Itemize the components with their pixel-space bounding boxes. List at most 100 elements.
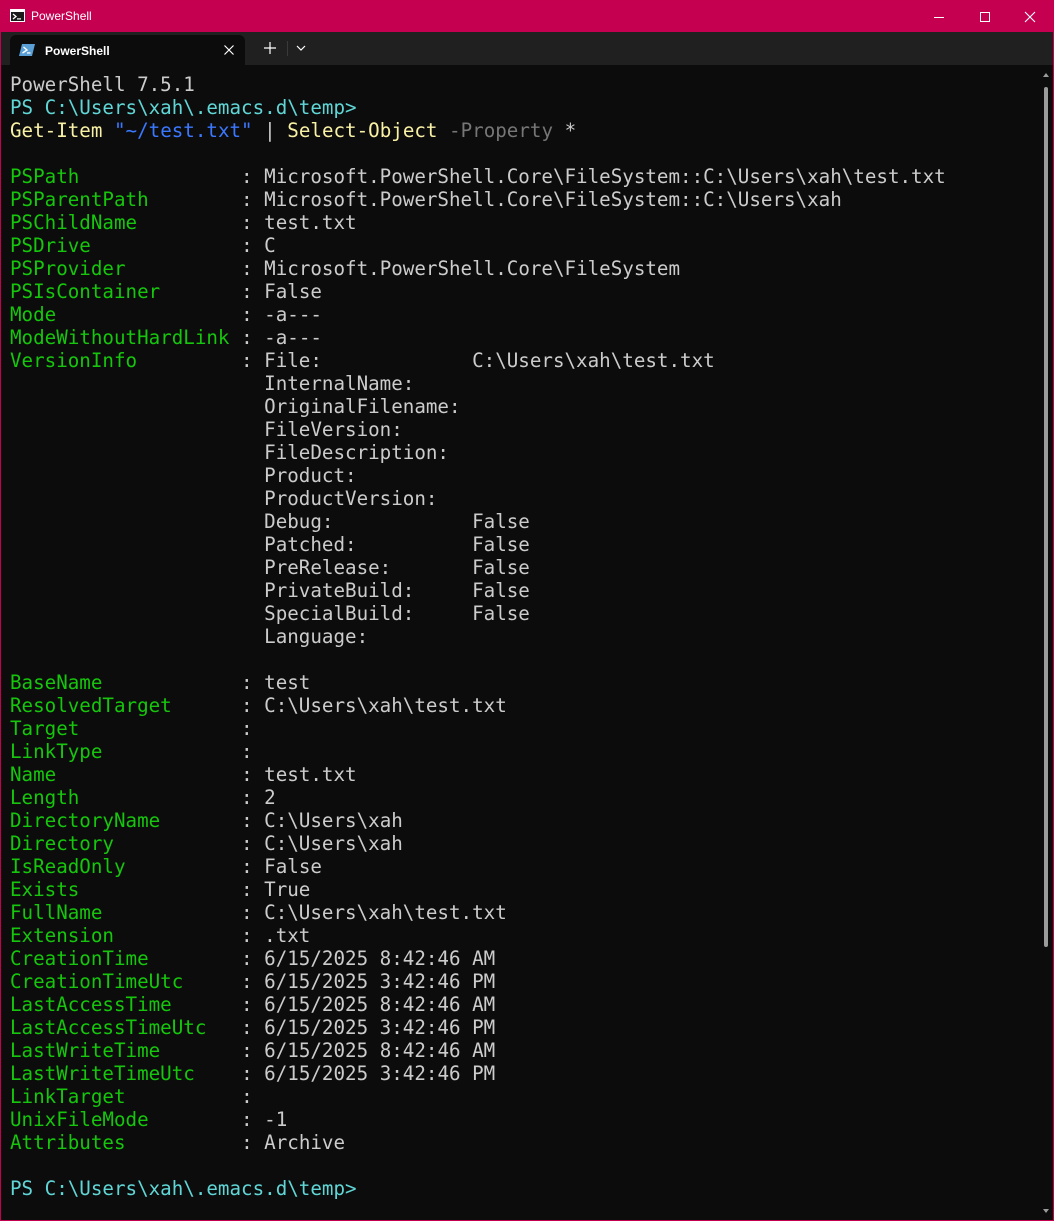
version-info-entry: FileDescription: <box>264 441 449 464</box>
minimize-button[interactable] <box>916 1 962 32</box>
property-row: PSIsContainer : False <box>10 280 322 303</box>
property-name: Mode <box>10 303 57 326</box>
wildcard: * <box>564 119 577 142</box>
terminal-output[interactable]: PowerShell 7.5.1 PS C:\Users\xah\.emacs.… <box>10 73 1035 1213</box>
cmdlet: Get-Item <box>10 119 103 142</box>
version-info-row: FileDescription: <box>10 441 1035 464</box>
property-name: LinkType <box>10 740 103 763</box>
tab-bar: PowerShell <box>1 32 1053 65</box>
property-value: 6/15/2025 8:42:46 AM <box>264 947 496 970</box>
property-row: Name : test.txt <box>10 763 357 786</box>
property-value: Microsoft.PowerShell.Core\FileSystem::C:… <box>264 188 842 211</box>
close-window-button[interactable] <box>1007 1 1053 32</box>
scroll-up-icon[interactable] <box>1043 73 1049 77</box>
powershell-icon <box>10 9 25 22</box>
version-info-row: PrivateBuild: False <box>10 579 1035 602</box>
property-value: test <box>264 671 311 694</box>
property-row: ModeWithoutHardLink : -a--- <box>10 326 322 349</box>
tab-powershell[interactable]: PowerShell <box>10 35 245 65</box>
property-name: FullName <box>10 901 103 924</box>
version-info-entry: Language: <box>264 625 369 648</box>
property-row: Exists : True <box>10 878 311 901</box>
command-line: Get-Item "~/test.txt" | Select-Object -P… <box>10 119 1035 142</box>
version-info-block: InternalName: OriginalFilename: FileVers… <box>10 372 1035 648</box>
scrollbar-thumb[interactable] <box>1044 87 1048 947</box>
property-name: VersionInfo <box>10 349 138 372</box>
version-info-entry: OriginalFilename: <box>264 395 461 418</box>
scroll-down-icon[interactable] <box>1043 1209 1049 1213</box>
property-row: UnixFileMode : -1 <box>10 1108 288 1131</box>
property-value: C <box>264 234 276 257</box>
title-bar[interactable]: PowerShell <box>1 1 1053 32</box>
chevron-down-icon[interactable] <box>295 42 307 54</box>
property-row: PSPath : Microsoft.PowerShell.Core\FileS… <box>10 165 946 188</box>
property-name: LastAccessTimeUtc <box>10 1016 207 1039</box>
property-name: UnixFileMode <box>10 1108 149 1131</box>
property-row: PSProvider : Microsoft.PowerShell.Core\F… <box>10 257 681 280</box>
property-name: Directory <box>10 832 114 855</box>
close-icon[interactable] <box>222 43 236 57</box>
property-name: Length <box>10 786 80 809</box>
property-row: PSDrive : C <box>10 234 276 257</box>
property-name: ModeWithoutHardLink <box>10 326 230 349</box>
property-value: 2 <box>264 786 276 809</box>
property-row: ResolvedTarget : C:\Users\xah\test.txt <box>10 694 507 717</box>
property-row: LastAccessTimeUtc : 6/15/2025 3:42:46 PM <box>10 1016 496 1039</box>
pipe-operator: | <box>264 119 276 142</box>
version-info-entry: PrivateBuild: False <box>264 579 530 602</box>
property-value: C:\Users\xah <box>264 809 403 832</box>
property-row: LastAccessTime : 6/15/2025 8:42:46 AM <box>10 993 496 1016</box>
property-row: LinkTarget : <box>10 1085 265 1108</box>
version-info-row: Product: <box>10 464 1035 487</box>
property-name: Exists <box>10 878 80 901</box>
version-info-row: FileVersion: <box>10 418 1035 441</box>
version-info-row: ProductVersion: <box>10 487 1035 510</box>
window-title: PowerShell <box>31 9 92 23</box>
property-name: IsReadOnly <box>10 855 126 878</box>
property-value: C:\Users\xah\test.txt <box>264 901 507 924</box>
property-row: IsReadOnly : False <box>10 855 322 878</box>
property-name: Attributes <box>10 1131 126 1154</box>
version-info-entry: PreRelease: False <box>264 556 530 579</box>
property-value: -1 <box>264 1108 288 1131</box>
scrollbar[interactable] <box>1041 67 1051 1217</box>
version-info-row: PreRelease: False <box>10 556 1035 579</box>
property-row: DirectoryName : C:\Users\xah <box>10 809 403 832</box>
property-name: LastWriteTimeUtc <box>10 1062 195 1085</box>
plus-icon[interactable] <box>262 40 278 56</box>
maximize-icon <box>980 11 990 22</box>
property-value: Archive <box>264 1131 346 1154</box>
terminal-window: PowerShell PowerShell PowerShell 7.5.1 P… <box>0 0 1054 1221</box>
property-value: 6/15/2025 8:42:46 AM <box>264 993 496 1016</box>
property-value: test.txt <box>264 211 357 234</box>
property-row: Attributes : Archive <box>10 1131 346 1154</box>
property-name: PSDrive <box>10 234 91 257</box>
property-row: LastWriteTime : 6/15/2025 8:42:46 AM <box>10 1039 496 1062</box>
version-info-entry: ProductVersion: <box>264 487 438 510</box>
version-info-row: Language: <box>10 625 1035 648</box>
property-name: DirectoryName <box>10 809 161 832</box>
property-value: Microsoft.PowerShell.Core\FileSystem::C:… <box>264 165 946 188</box>
property-value: -a--- <box>264 303 322 326</box>
version-info-entry: SpecialBuild: False <box>264 602 530 625</box>
property-row: Length : 2 <box>10 786 276 809</box>
version-info-row: OriginalFilename: <box>10 395 1035 418</box>
property-name: PSChildName <box>10 211 138 234</box>
maximize-button[interactable] <box>962 1 1008 32</box>
property-name: PSIsContainer <box>10 280 161 303</box>
parameter: -Property <box>449 119 554 142</box>
property-name: PSPath <box>10 165 80 188</box>
property-value: -a--- <box>264 326 322 349</box>
property-name: Name <box>10 763 57 786</box>
property-row: Directory : C:\Users\xah <box>10 832 403 855</box>
property-value: False <box>264 280 322 303</box>
property-name: LastWriteTime <box>10 1039 161 1062</box>
version-info-row: SpecialBuild: False <box>10 602 1035 625</box>
property-value: .txt <box>264 924 311 947</box>
version-info-row: Debug: False <box>10 510 1035 533</box>
property-row: PSChildName : test.txt <box>10 211 357 234</box>
property-value: File: C:\Users\xah\test.txt <box>264 349 715 372</box>
